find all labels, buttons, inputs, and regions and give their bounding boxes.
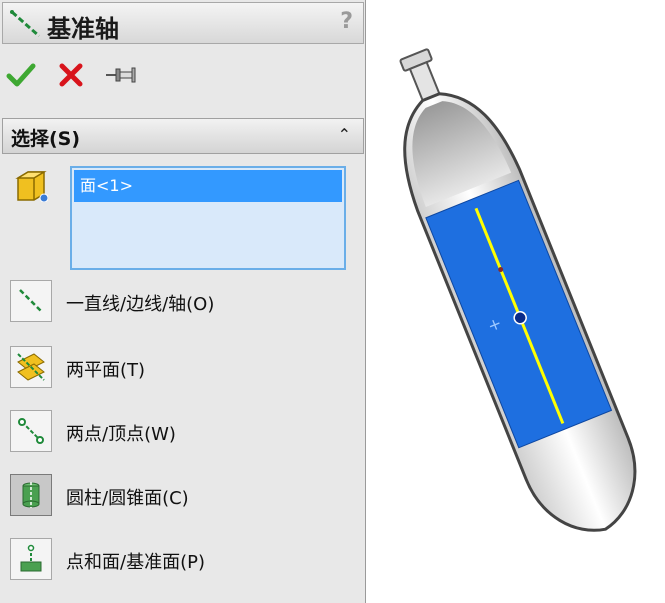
cylinder-cone-button[interactable] [10, 474, 52, 516]
option-line-edge-axis[interactable]: 一直线/边线/轴(O) [10, 280, 360, 326]
selection-item[interactable]: 面<1> [74, 170, 342, 202]
title-bar: 基准轴 ? [2, 2, 364, 44]
option-label: 圆柱/圆锥面(C) [66, 488, 189, 509]
option-two-planes[interactable]: 两平面(T) [10, 346, 360, 392]
line-axis-icon [19, 289, 43, 313]
action-bar [0, 52, 366, 102]
help-button[interactable]: ? [340, 9, 353, 34]
section-title: 选择(S) [11, 128, 81, 150]
option-label: 两平面(T) [66, 360, 146, 381]
cancel-button[interactable] [54, 58, 88, 92]
check-icon [6, 63, 36, 87]
pin-button[interactable] [104, 58, 138, 92]
selection-list[interactable]: 面<1> [70, 166, 346, 270]
selection-section-header[interactable]: 选择(S) ⌃︎ [2, 118, 364, 154]
option-cylinder-cone[interactable]: 圆柱/圆锥面(C) [10, 474, 360, 520]
option-two-points[interactable]: 两点/顶点(W) [10, 410, 360, 456]
property-manager-panel: 基准轴 ? 选择(S) ⌃︎ 面<1> 一直线/边线/轴(O) 两平面(T) 两… [0, 0, 366, 603]
pushpin-icon [106, 67, 136, 83]
gas-cylinder-model[interactable]: + [380, 40, 657, 550]
panel-title: 基准轴 [47, 15, 119, 43]
two-planes-button[interactable] [10, 346, 52, 388]
face-selection-icon [15, 171, 48, 202]
option-label: 点和面/基准面(P) [66, 552, 205, 573]
double-chevron-up-icon[interactable]: ⌃︎ [338, 125, 351, 144]
option-label: 一直线/边线/轴(O) [66, 294, 215, 315]
axis-icon [10, 10, 40, 38]
model-viewport[interactable]: + [380, 40, 665, 600]
line-axis-button[interactable] [10, 280, 52, 322]
cylinder-cone-icon [22, 482, 40, 508]
two-planes-icon [17, 353, 45, 381]
two-points-button[interactable] [10, 410, 52, 452]
option-point-plane[interactable]: 点和面/基准面(P) [10, 538, 360, 584]
point-plane-icon [20, 544, 42, 572]
point-plane-button[interactable] [10, 538, 52, 580]
ok-button[interactable] [4, 58, 38, 92]
x-icon [59, 63, 83, 87]
option-label: 两点/顶点(W) [66, 424, 176, 445]
two-points-icon [18, 418, 44, 444]
